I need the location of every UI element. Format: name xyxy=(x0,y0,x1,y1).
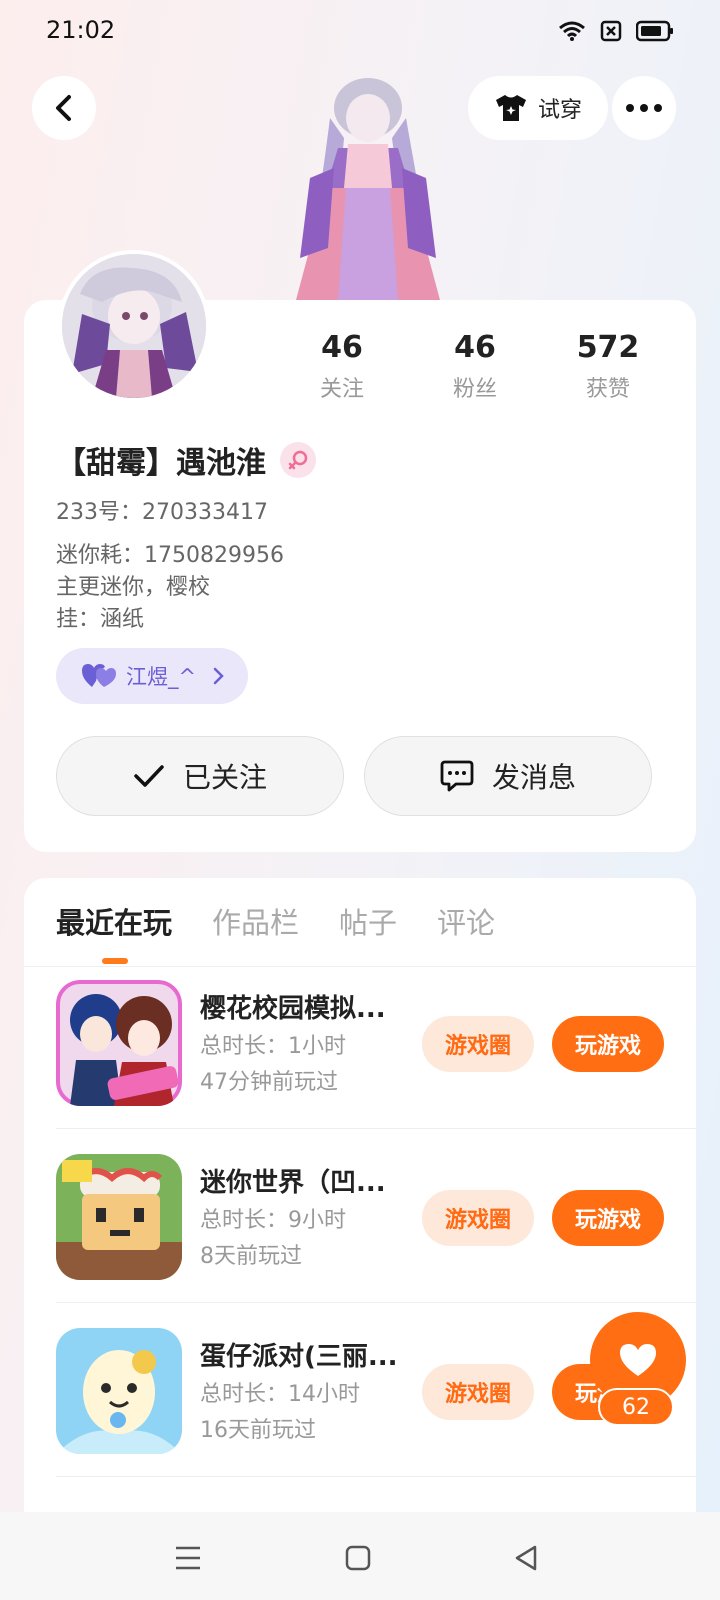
tshirt-icon xyxy=(495,95,526,121)
back-button[interactable] xyxy=(32,76,96,140)
more-dots-icon xyxy=(626,104,662,112)
bio-line: 挂：涵纸 xyxy=(56,607,145,632)
game-total-time: 总时长：9小时 xyxy=(200,1208,346,1233)
wifi-icon xyxy=(559,21,585,41)
game-row[interactable]: 迷你世界（凹... 总时长：9小时 8天前玩过 游戏圈 玩游戏 xyxy=(56,1134,696,1310)
stat-following[interactable]: 46 关注 xyxy=(282,330,402,403)
recent-apps-button[interactable] xyxy=(170,1540,206,1576)
bio-line: 迷你耗：1750829956 xyxy=(56,543,284,568)
back-triangle-icon xyxy=(515,1545,537,1571)
game-name: 迷你世界（凹... xyxy=(200,1168,386,1198)
followed-label: 已关注 xyxy=(182,761,267,794)
tab-works[interactable]: 作品栏 xyxy=(212,900,299,942)
heart-icon xyxy=(620,1344,656,1376)
cp-relation-tag[interactable]: 江煜_^ xyxy=(56,648,248,704)
game-circle-button[interactable]: 游戏圈 xyxy=(422,1016,534,1072)
stat-fans[interactable]: 46 粉丝 xyxy=(415,330,535,403)
double-heart-icon xyxy=(82,664,116,687)
row-divider xyxy=(56,1476,696,1477)
battery-icon xyxy=(636,20,673,42)
like-count-badge: 62 xyxy=(598,1388,674,1426)
nickname-row: 【甜霉】遇池淮 xyxy=(56,438,316,482)
game-name: 蛋仔派对(三丽... xyxy=(200,1342,398,1372)
profile-tabs: 最近在玩 作品栏 帖子 评论 xyxy=(56,900,495,942)
play-game-button[interactable]: 玩游戏 xyxy=(552,1016,664,1072)
user-avatar[interactable] xyxy=(58,250,210,402)
game-icon-eggy-party xyxy=(56,1328,182,1454)
avatar-image xyxy=(62,254,206,398)
avatar-character-image xyxy=(296,78,440,300)
menu-lines-icon xyxy=(176,1546,200,1570)
stat-fans-value: 46 xyxy=(454,330,496,365)
game-icon-sakura xyxy=(56,980,182,1106)
game-circle-button[interactable]: 游戏圈 xyxy=(422,1190,534,1246)
send-message-label: 发消息 xyxy=(491,761,576,794)
system-back-button[interactable] xyxy=(508,1540,544,1576)
user-bio: 迷你耗：1750829956 主更迷你，樱校 挂：涵纸 xyxy=(56,540,284,636)
no-sim-icon xyxy=(600,20,622,42)
game-icon-miniworld xyxy=(56,1154,182,1280)
game-total-time: 总时长：14小时 xyxy=(200,1382,360,1407)
home-button[interactable] xyxy=(340,1540,376,1576)
play-game-button[interactable]: 玩游戏 xyxy=(552,1190,664,1246)
check-icon xyxy=(134,765,164,787)
row-divider xyxy=(56,1128,696,1129)
tryon-button[interactable]: 试穿 xyxy=(468,76,608,140)
status-icons xyxy=(558,20,674,42)
stat-likes[interactable]: 572 获赞 xyxy=(548,330,668,403)
game-name: 樱花校园模拟... xyxy=(200,994,386,1024)
tab-recently-played[interactable]: 最近在玩 xyxy=(56,900,172,942)
stat-following-value: 46 xyxy=(321,330,363,365)
cp-name: 江煜_^ xyxy=(126,665,197,689)
status-time: 21:02 xyxy=(46,16,116,44)
game-total-time: 总时长：1小时 xyxy=(200,1034,346,1059)
tryon-label: 试穿 xyxy=(537,98,582,123)
nickname: 【甜霉】遇池淮 xyxy=(56,446,266,481)
chevron-right-icon xyxy=(213,667,224,685)
game-last-played: 8天前玩过 xyxy=(200,1244,302,1269)
game-row[interactable]: 樱花校园模拟... 总时长：1小时 47分钟前玩过 游戏圈 玩游戏 xyxy=(56,960,696,1136)
back-arrow-icon xyxy=(56,95,71,121)
chat-bubble-icon xyxy=(440,760,474,792)
stat-following-label: 关注 xyxy=(319,377,364,402)
game-last-played: 16天前玩过 xyxy=(200,1418,316,1443)
system-nav-bar xyxy=(0,1512,720,1600)
stat-fans-label: 粉丝 xyxy=(452,377,497,402)
followed-button[interactable]: 已关注 xyxy=(56,736,344,816)
stat-likes-label: 获赞 xyxy=(585,377,630,402)
female-gender-icon xyxy=(280,442,316,478)
home-square-icon xyxy=(345,1545,371,1571)
stat-likes-value: 572 xyxy=(576,330,640,365)
tab-comments[interactable]: 评论 xyxy=(437,900,495,942)
game-circle-button[interactable]: 游戏圈 xyxy=(422,1364,534,1420)
more-button[interactable] xyxy=(612,76,676,140)
tab-posts[interactable]: 帖子 xyxy=(339,900,397,942)
bio-line: 主更迷你，樱校 xyxy=(56,575,211,600)
game-last-played: 47分钟前玩过 xyxy=(200,1070,338,1095)
send-message-button[interactable]: 发消息 xyxy=(364,736,652,816)
row-divider xyxy=(56,1302,696,1303)
status-bar: 21:02 xyxy=(0,0,720,64)
user-id: 233号：270333417 xyxy=(56,500,268,525)
